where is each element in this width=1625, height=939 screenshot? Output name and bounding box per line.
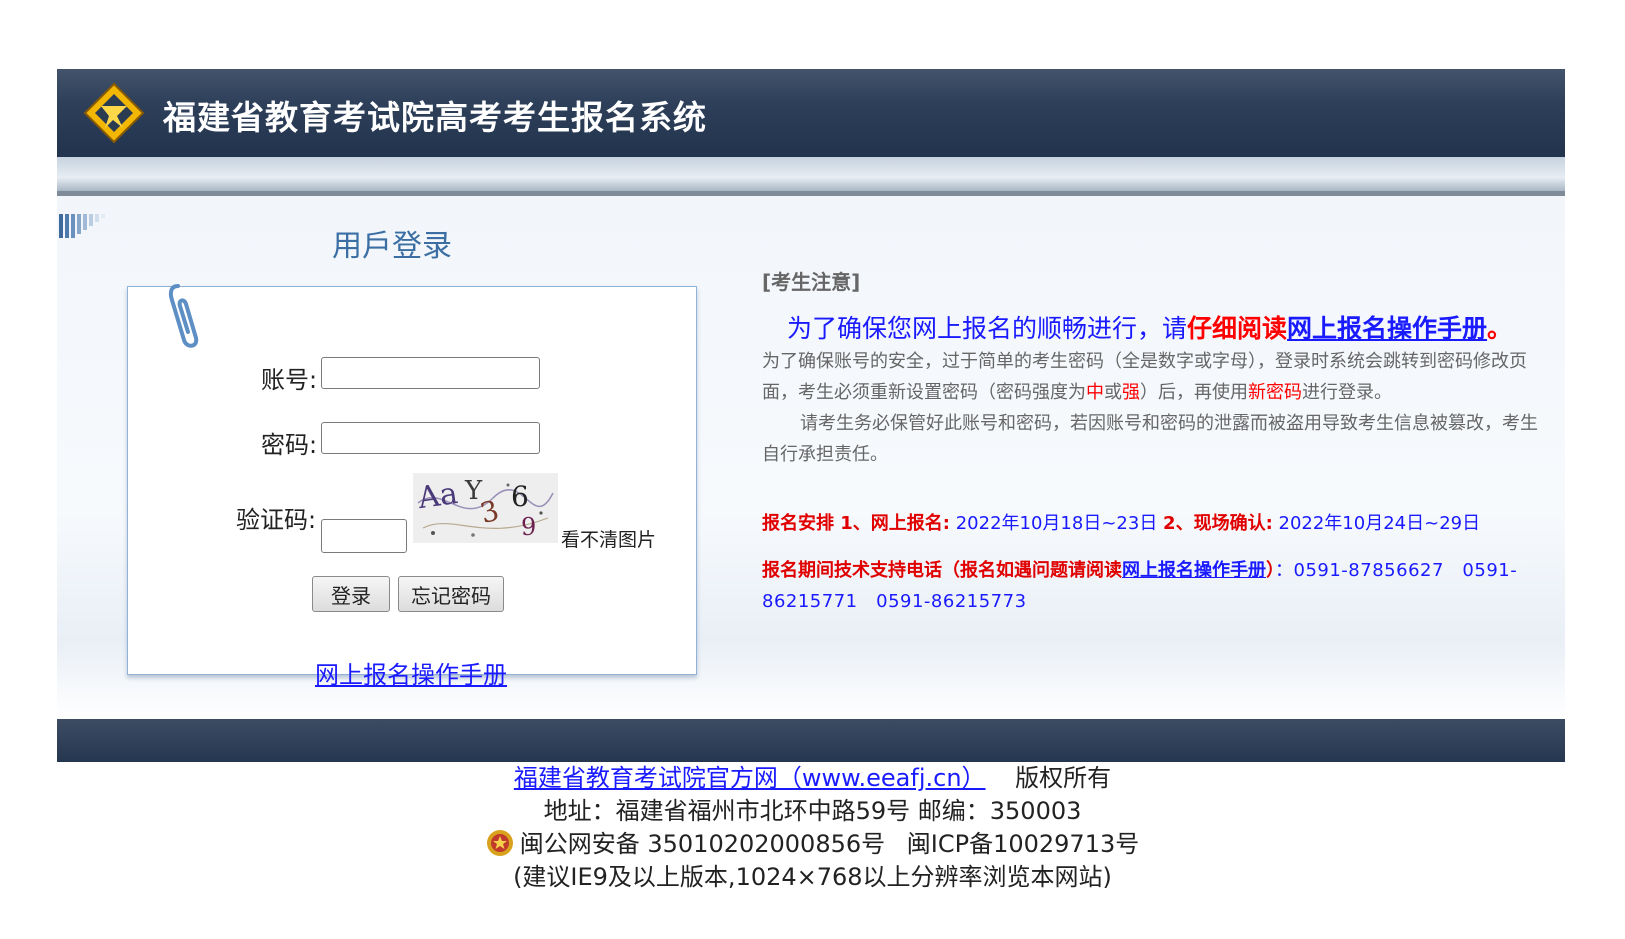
address-text: 地址：福建省福州市北环中路59号 邮编：350003: [543, 797, 1082, 825]
notice-paragraph-1: 为了确保账号的安全，过于简单的考生密码（全是数字或字母），登录时系统会跳转到密码…: [762, 346, 1552, 408]
account-label: 账号:: [261, 366, 318, 394]
schedule-label-online: 报名安排 1、网上报名:: [762, 513, 950, 534]
schedule-confirm-date: 2022年10月24日~29日: [1272, 513, 1481, 534]
icp-record-text: 闽ICP备10029713号: [906, 830, 1140, 858]
footer: 福建省教育考试院官方网（www.eeafj.cn） 版权所有 地址：福建省福州市…: [0, 762, 1625, 894]
content-area: 用戶登录 账号: 密码: 验证码: Aa Y 3 6 9 看不清图片 登录 忘记…: [57, 196, 1565, 719]
notice-lead: 为了确保您网上报名的顺畅进行，请仔细阅读网上报名操作手册。: [787, 309, 1512, 345]
main-frame: 福建省教育考试院高考考生报名系统 用戶登录 账号: 密码: 验证码: Aa Y …: [57, 69, 1565, 762]
header: 福建省教育考试院高考考生报名系统: [57, 69, 1565, 157]
p1-text-b: ）后，再使用: [1140, 382, 1248, 403]
svg-text:Aa: Aa: [415, 476, 460, 516]
logo-icon: [83, 82, 145, 144]
p1-new-password: 新密码: [1248, 382, 1302, 403]
official-site-link[interactable]: 福建省教育考试院官方网（www.eeafj.cn）: [514, 764, 986, 792]
manual-link[interactable]: 网上报名操作手册: [315, 655, 507, 690]
password-input[interactable]: [321, 422, 540, 454]
notice-manual-link[interactable]: 网上报名操作手册: [1287, 314, 1487, 343]
p1-strong: 强: [1122, 382, 1140, 403]
schedule-label-confirm: 2、现场确认:: [1163, 513, 1273, 534]
login-title: 用戶登录: [332, 229, 452, 264]
paperclip-icon: [168, 284, 199, 348]
bars-icon: [59, 214, 105, 238]
captcha-refresh-link[interactable]: 看不清图片: [561, 525, 656, 552]
copyright-text: 版权所有: [1015, 764, 1112, 792]
header-subband: [57, 157, 1565, 191]
password-label: 密码:: [261, 431, 318, 459]
notice-lead-end: 。: [1487, 314, 1513, 343]
support-label: 报名期间技术支持电话（报名如遇问题请阅读: [762, 560, 1122, 581]
captcha-image[interactable]: Aa Y 3 6 9: [413, 473, 558, 543]
notice-lead-emphasis: 仔细阅读: [1187, 314, 1288, 343]
login-panel: 账号: 密码: 验证码: Aa Y 3 6 9 看不清图片 登录 忘记密码: [127, 286, 697, 675]
schedule-line: 报名安排 1、网上报名: 2022年10月18日~23日 2、现场确认: 202…: [762, 509, 1480, 535]
notice-heading: [考生注意]: [762, 270, 861, 294]
police-record-text: 闽公网安备 35010202000856号: [519, 830, 886, 858]
captcha-label: 验证码:: [236, 506, 317, 534]
footer-line-1: 福建省教育考试院官方网（www.eeafj.cn） 版权所有: [0, 762, 1625, 795]
support-manual-link[interactable]: 网上报名操作手册: [1122, 560, 1266, 581]
p1-text-c: 进行登录。: [1302, 382, 1392, 403]
forgot-password-button[interactable]: 忘记密码: [398, 576, 504, 612]
schedule-online-date: 2022年10月18日~23日: [950, 513, 1164, 534]
page-title: 福建省教育考试院高考考生报名系统: [163, 98, 707, 137]
footer-line-3: 闽公网安备 35010202000856号 闽ICP备10029713号: [0, 828, 1625, 861]
svg-text:9: 9: [521, 513, 536, 541]
notice-paragraph-2: 请考生务必保管好此账号和密码，若因账号和密码的泄露而被盗用导致考生信息被篡改，考…: [762, 413, 1538, 465]
p1-medium: 中: [1086, 382, 1104, 403]
police-badge-icon: [486, 830, 513, 856]
footer-bar: [57, 719, 1565, 762]
notice-lead-text: 为了确保您网上报名的顺畅进行，请: [787, 314, 1188, 343]
captcha-input[interactable]: [321, 519, 407, 553]
p1-or: 或: [1104, 382, 1122, 403]
support-label-close: ）: [1266, 560, 1275, 581]
svg-text:6: 6: [511, 480, 529, 513]
account-input[interactable]: [321, 357, 540, 389]
login-button[interactable]: 登录: [312, 576, 390, 612]
support-line: 报名期间技术支持电话（报名如遇问题请阅读网上报名操作手册）：0591-87856…: [762, 555, 1552, 617]
browser-recommendation: (建议IE9及以上版本,1024×768以上分辨率浏览本网站): [513, 863, 1112, 891]
